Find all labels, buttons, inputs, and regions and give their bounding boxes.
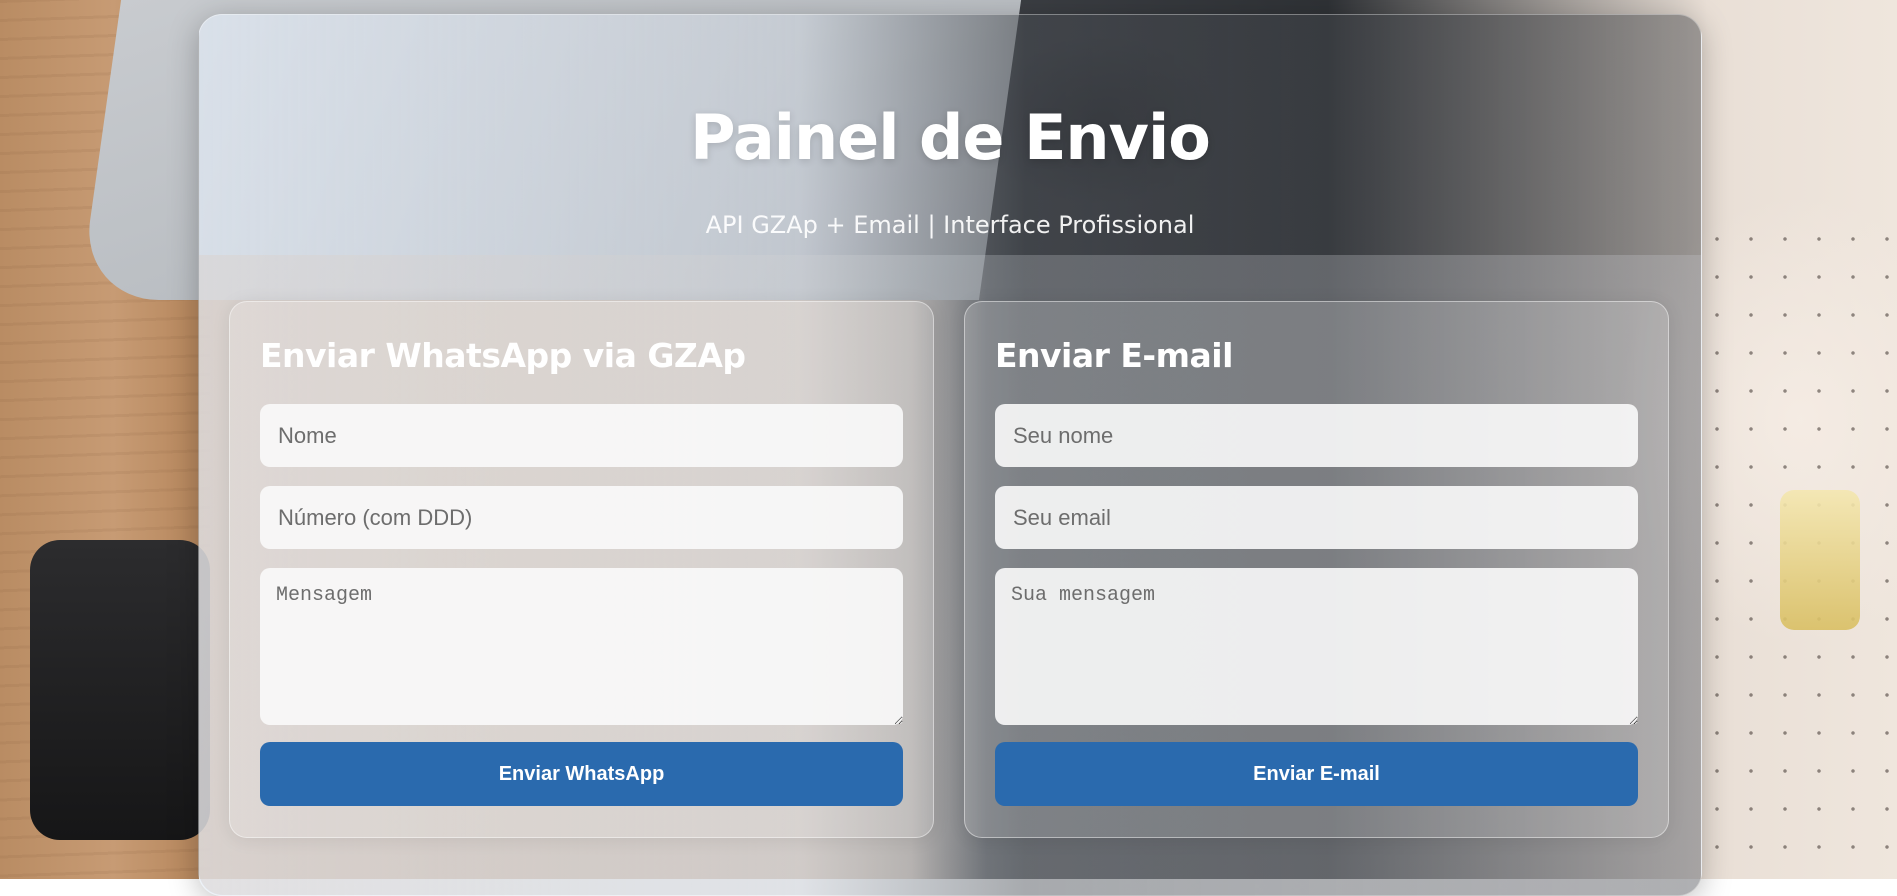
email-form-card: Enviar E-mail Enviar E-mail xyxy=(964,301,1669,838)
whatsapp-name-input[interactable] xyxy=(260,404,903,467)
whatsapp-message-textarea[interactable] xyxy=(260,568,903,725)
email-address-input[interactable] xyxy=(995,486,1638,549)
send-email-button[interactable]: Enviar E-mail xyxy=(995,742,1638,806)
email-name-input[interactable] xyxy=(995,404,1638,467)
email-form-heading: Enviar E-mail xyxy=(995,336,1233,375)
whatsapp-form-heading: Enviar WhatsApp via GZAp xyxy=(260,336,746,375)
whatsapp-number-input[interactable] xyxy=(260,486,903,549)
whatsapp-form-card: Enviar WhatsApp via GZAp Enviar WhatsApp xyxy=(229,301,934,838)
page-title: Painel de Envio xyxy=(690,101,1211,174)
email-message-textarea[interactable] xyxy=(995,568,1638,725)
camera-image xyxy=(30,540,210,840)
page-subtitle: API GZAp + Email | Interface Profissiona… xyxy=(705,211,1195,239)
send-whatsapp-button[interactable]: Enviar WhatsApp xyxy=(260,742,903,806)
perfume-bottle-image xyxy=(1780,490,1860,630)
